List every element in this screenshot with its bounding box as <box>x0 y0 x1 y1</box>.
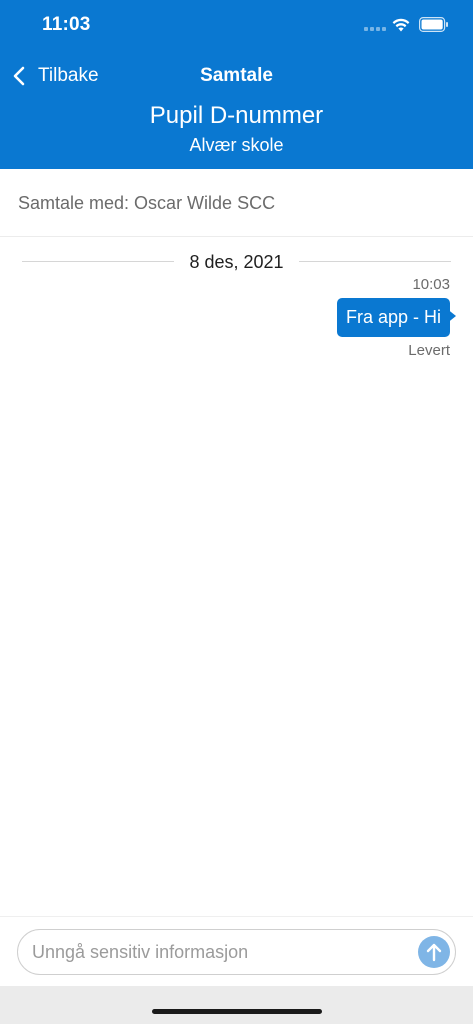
app-header: 11:03 Tilbake Samtale Pupil D-nummer Alv… <box>0 0 473 169</box>
wifi-icon <box>392 18 410 32</box>
arrow-up-icon <box>426 943 442 962</box>
page-title: Pupil D-nummer <box>149 102 324 129</box>
home-indicator[interactable] <box>152 1009 322 1014</box>
conversation-participant: Samtale med: Oscar Wilde SCC <box>0 169 473 237</box>
nav-title: Samtale <box>200 65 273 86</box>
message-input[interactable] <box>32 930 412 974</box>
message-status: Levert <box>408 342 450 359</box>
page-subtitle: Alvær skole <box>189 135 284 155</box>
message-time: 10:03 <box>412 276 450 293</box>
message-bubble-tail <box>446 308 456 324</box>
date-divider: 8 des, 2021 <box>0 249 473 277</box>
divider-line-right <box>299 261 451 262</box>
message-date: 8 des, 2021 <box>189 252 284 272</box>
battery-icon <box>419 17 448 32</box>
composer-area <box>0 916 473 986</box>
status-bar: 11:03 <box>0 0 473 52</box>
signal-icon <box>364 27 386 33</box>
message-composer <box>17 929 456 975</box>
message-bubble-outgoing[interactable]: Fra app - Hi <box>336 298 450 337</box>
home-area <box>0 986 473 1024</box>
nav-bar: Tilbake Samtale <box>0 52 473 100</box>
status-time: 11:03 <box>42 14 91 35</box>
send-button[interactable] <box>418 936 450 968</box>
